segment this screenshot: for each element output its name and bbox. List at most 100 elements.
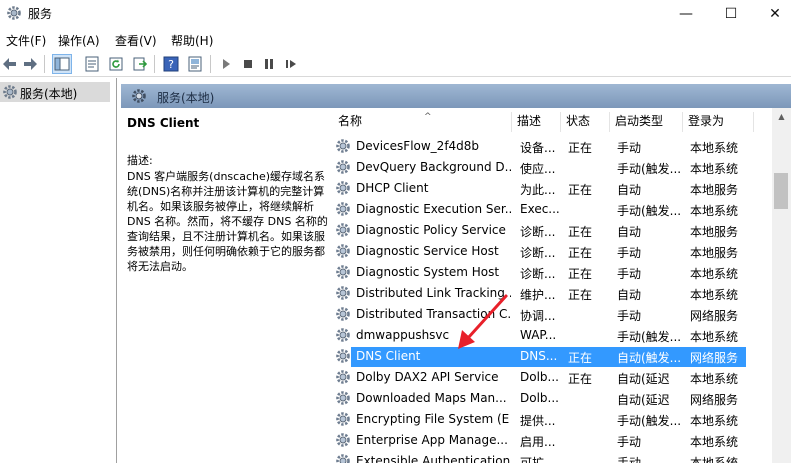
- cell-status: 正在: [568, 246, 593, 260]
- forward-button[interactable]: [20, 54, 40, 74]
- sort-ascending-icon: ^: [424, 112, 432, 122]
- scroll-thumb[interactable]: [774, 173, 788, 209]
- menu-view[interactable]: 查看(V): [115, 32, 157, 49]
- vertical-scrollbar[interactable]: ▲: [772, 108, 791, 463]
- cell-logon-as: 网络服务: [690, 351, 739, 365]
- cell-startup-type: 手动: [617, 309, 642, 323]
- cell-logon-as: 本地服务: [690, 225, 739, 239]
- cell-name: Dolby DAX2 API Service: [356, 370, 499, 384]
- cell-startup-type: 手动(触发...: [617, 330, 682, 344]
- column-header-status[interactable]: 状态: [562, 112, 610, 132]
- cell-startup-type: 手动: [617, 456, 642, 463]
- cell-status: 正在: [568, 351, 593, 365]
- cell-logon-as: 本地系统: [690, 372, 739, 386]
- services-gear-icon: [132, 89, 146, 103]
- cell-description: Dolb...: [520, 391, 559, 405]
- cell-startup-type: 自动: [617, 288, 642, 302]
- cell-description: WAP...: [520, 328, 557, 342]
- cell-status: 正在: [568, 225, 593, 239]
- menu-action[interactable]: 操作(A): [58, 32, 100, 49]
- description-text: DNS 客户端服务(dnscache)缓存域名系统(DNS)名称并注册该计算机的…: [127, 170, 328, 273]
- table-row[interactable]: dmwappushsvc WAP... 手动(触发... 本地系统: [330, 325, 772, 346]
- column-header-startup-type[interactable]: 启动类型: [611, 112, 683, 132]
- description-label: 描述:: [127, 154, 153, 167]
- title-bar: 服务 — ☐ ✕: [0, 0, 791, 27]
- back-button[interactable]: [0, 54, 20, 74]
- stop-service-button[interactable]: [238, 54, 258, 74]
- cell-name: Downloaded Maps Man...: [356, 391, 507, 405]
- cell-startup-type: 手动(触发...: [617, 414, 682, 428]
- export-list-button[interactable]: [130, 54, 150, 74]
- show-tree-button[interactable]: [52, 54, 72, 74]
- close-button[interactable]: ✕: [752, 0, 791, 27]
- help-button[interactable]: ?: [161, 54, 181, 74]
- table-row[interactable]: Extensible Authentication... 可扩... 手动 本地系统: [330, 451, 772, 463]
- column-header-name[interactable]: ^ 名称: [334, 112, 512, 132]
- cell-logon-as: 本地系统: [690, 435, 739, 449]
- menu-help[interactable]: 帮助(H): [171, 32, 213, 49]
- table-row[interactable]: Encrypting File System (E 提供... 手动(触发... 本地…: [330, 409, 772, 430]
- services-gear-icon: [7, 6, 21, 20]
- cell-name: Distributed Link Tracking...: [356, 286, 511, 300]
- cell-description: 使应...: [520, 162, 556, 176]
- properties-button[interactable]: [82, 54, 102, 74]
- cell-description: 诊断...: [520, 225, 556, 239]
- service-gear-icon: [336, 265, 350, 279]
- menu-bar: 文件(F) 操作(A) 查看(V) 帮助(H): [0, 29, 791, 51]
- cell-name: Encrypting File System (E: [356, 412, 510, 426]
- restart-icon: [286, 60, 296, 68]
- cell-status: 正在: [568, 141, 593, 155]
- forward-arrow-icon: [24, 58, 37, 70]
- cell-name: DNS Client: [356, 349, 421, 363]
- maximize-icon: ☐: [724, 5, 738, 22]
- help-topics-icon: [188, 56, 202, 72]
- table-row[interactable]: Diagnostic Policy Service 诊断... 正在 自动 本地服务: [330, 220, 772, 241]
- minimize-icon: —: [679, 5, 693, 22]
- tree-item-label: 服务(本地): [20, 87, 78, 101]
- minimize-button[interactable]: —: [663, 0, 709, 27]
- pane-header: 服务(本地): [121, 84, 791, 108]
- table-row[interactable]: DHCP Client 为此... 正在 自动 本地服务: [330, 178, 772, 199]
- service-gear-icon: [336, 412, 350, 426]
- service-gear-icon: [336, 139, 350, 153]
- refresh-icon: [109, 57, 123, 71]
- table-header: ^ 名称 描述 状态 启动类型 登录为: [330, 108, 772, 132]
- maximize-button[interactable]: ☐: [708, 0, 754, 27]
- cell-logon-as: 本地系统: [690, 456, 739, 463]
- service-gear-icon: [336, 349, 350, 363]
- table-row[interactable]: Diagnostic Service Host 诊断... 正在 手动 本地服务: [330, 241, 772, 262]
- help-topics-button[interactable]: [185, 54, 205, 74]
- cell-description: Dolb...: [520, 370, 559, 384]
- table-row[interactable]: DevQuery Background D... 使应... 手动(触发... 本地系…: [330, 157, 772, 178]
- cell-logon-as: 本地系统: [690, 141, 739, 155]
- service-gear-icon: [336, 286, 350, 300]
- table-row[interactable]: DNS Client DNS... 正在 自动(触发... 网络服务: [330, 346, 772, 367]
- service-gear-icon: [336, 244, 350, 258]
- column-header-description[interactable]: 描述: [513, 112, 561, 132]
- toolbar-separator: [44, 55, 45, 73]
- table-row[interactable]: Distributed Link Tracking... 维护... 正在 自动 本地系…: [330, 283, 772, 304]
- table-row[interactable]: DevicesFlow_2f4d8b 设备... 正在 手动 本地系统: [330, 136, 772, 157]
- cell-name: Diagnostic Execution Ser...: [356, 202, 511, 216]
- restart-service-button[interactable]: [281, 54, 301, 74]
- menu-file[interactable]: 文件(F): [6, 32, 46, 49]
- console-tree-icon: [54, 57, 70, 71]
- close-icon: ✕: [769, 5, 781, 22]
- scroll-up-arrow-icon[interactable]: ▲: [772, 108, 791, 125]
- toolbar-separator: [154, 55, 155, 73]
- table-row[interactable]: Enterprise App Manage... 启用... 手动 本地系统: [330, 430, 772, 451]
- column-header-logon-as[interactable]: 登录为: [684, 112, 754, 132]
- cell-status: 正在: [568, 267, 593, 281]
- pause-service-button[interactable]: [259, 54, 279, 74]
- start-service-button[interactable]: [216, 54, 236, 74]
- cell-startup-type: 自动(延迟: [617, 393, 670, 407]
- table-row[interactable]: Distributed Transaction C... 协调... 手动 网络服务: [330, 304, 772, 325]
- cell-status: 正在: [568, 288, 593, 302]
- table-row[interactable]: Dolby DAX2 API Service Dolb... 正在 自动(延迟 本地系统: [330, 367, 772, 388]
- table-row[interactable]: Diagnostic System Host 诊断... 正在 手动 本地系统: [330, 262, 772, 283]
- cell-description: 为此...: [520, 183, 556, 197]
- table-row[interactable]: Diagnostic Execution Ser... Exec... 手动(触发.…: [330, 199, 772, 220]
- table-row[interactable]: Downloaded Maps Man... Dolb... 自动(延迟 网络服务: [330, 388, 772, 409]
- refresh-button[interactable]: [106, 54, 126, 74]
- tree-item-services-local[interactable]: 服务(本地): [0, 82, 110, 102]
